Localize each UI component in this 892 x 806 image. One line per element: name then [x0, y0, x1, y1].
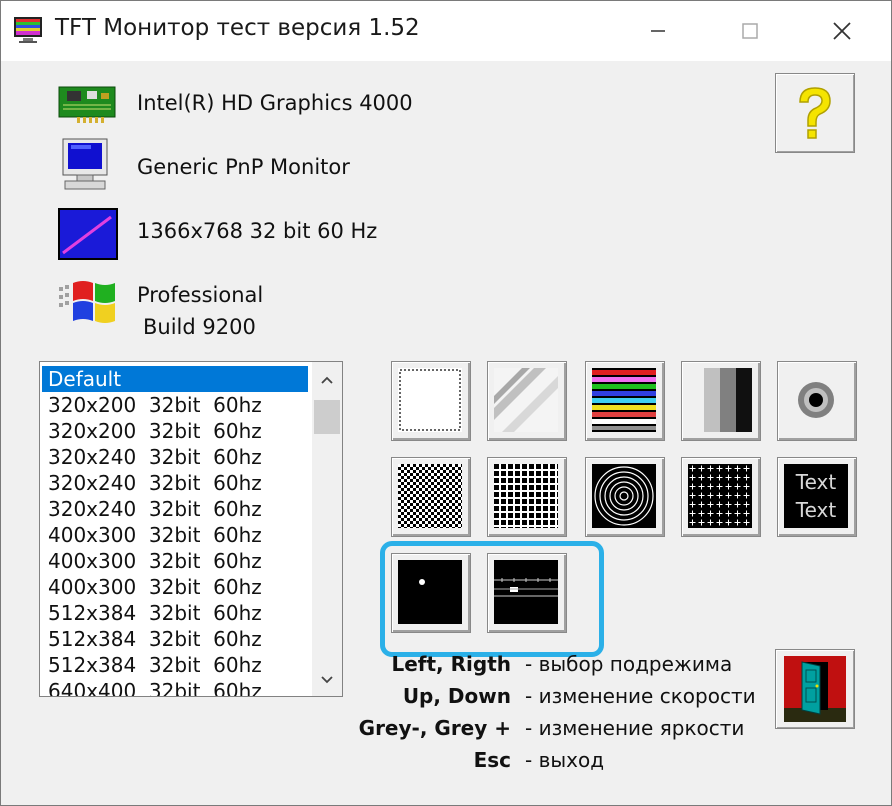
monitor-icon — [62, 138, 108, 190]
title-bar[interactable]: TFT Монитор тест версия 1.52 — [1, 1, 891, 61]
crosses-test-icon — [688, 464, 752, 528]
key-description: - изменение скорости — [525, 684, 756, 708]
scroll-thumb[interactable] — [314, 400, 340, 434]
close-button[interactable] — [819, 9, 865, 53]
monitor-label: Generic PnP Monitor — [137, 155, 350, 179]
os-edition-label: Professional — [137, 283, 264, 307]
chevron-up-icon — [321, 376, 333, 384]
chevron-down-icon — [321, 675, 333, 683]
monitor-app-icon — [14, 17, 42, 43]
list-item[interactable]: 320x240 32bit 60hz — [42, 470, 308, 496]
key-label: Grey-, Grey + — [358, 716, 511, 740]
video-mode-label: 1366x768 32 bit 60 Hz — [137, 219, 378, 243]
gray-stripes-test-icon — [688, 368, 752, 432]
text-test-button[interactable]: Text Text — [777, 457, 857, 537]
gray-stripes-test-button[interactable] — [681, 361, 761, 441]
key-description: - изменение яркости — [525, 716, 745, 740]
list-item[interactable]: 512x384 32bit 60hz — [42, 626, 308, 652]
windows-logo-icon — [59, 281, 115, 323]
list-scrollbar[interactable] — [312, 362, 342, 696]
gradient-test-button[interactable] — [487, 361, 567, 441]
resolution-icon — [58, 208, 118, 260]
text-tile-line: Text — [795, 498, 837, 522]
minimize-button[interactable] — [635, 9, 681, 53]
window-title: TFT Монитор тест версия 1.52 — [55, 15, 420, 41]
list-item[interactable]: 320x200 32bit 60hz — [42, 392, 308, 418]
list-item[interactable]: 512x384 32bit 60hz — [42, 652, 308, 678]
white-frame-test-button[interactable] — [391, 361, 471, 441]
key-description: - выход — [525, 748, 605, 772]
close-icon — [833, 22, 851, 40]
list-item[interactable]: Default — [42, 366, 308, 392]
circle-target-test-icon — [784, 368, 848, 432]
video-modes-list[interactable]: Default 320x200 32bit 60hz 320x200 32bit… — [39, 361, 343, 697]
grid-test-button[interactable] — [487, 457, 567, 537]
gradient-diagonal-test-icon — [494, 368, 558, 432]
key-label: Esc — [473, 748, 511, 772]
list-item[interactable]: 400x300 32bit 60hz — [42, 574, 308, 600]
checkerboard-test-icon — [398, 464, 462, 528]
list-item[interactable]: 400x300 32bit 60hz — [42, 522, 308, 548]
question-mark-icon — [799, 87, 831, 139]
list-item[interactable]: 512x384 32bit 60hz — [42, 600, 308, 626]
selected-tests-highlight — [380, 541, 604, 657]
key-label: Left, Rigth — [391, 652, 511, 676]
scroll-up-button[interactable] — [312, 364, 342, 394]
graphics-card-icon — [58, 86, 116, 123]
grid-test-icon — [494, 464, 558, 528]
minimize-icon — [651, 30, 665, 32]
list-item[interactable]: 320x200 32bit 60hz — [42, 418, 308, 444]
white-frame-test-icon — [398, 368, 462, 432]
list-item[interactable]: 640x400 32bit 60hz — [42, 678, 308, 696]
exit-button[interactable] — [775, 649, 855, 729]
key-description: - выбор подрежима — [525, 652, 733, 676]
maximize-button[interactable] — [727, 9, 773, 53]
list-item[interactable]: 400x300 32bit 60hz — [42, 548, 308, 574]
crosses-test-button[interactable] — [681, 457, 761, 537]
key-label: Up, Down — [402, 684, 511, 708]
exit-door-icon — [784, 656, 846, 722]
help-button[interactable] — [775, 73, 855, 153]
text-test-icon: Text Text — [784, 464, 848, 528]
app-window: TFT Монитор тест версия 1.52 Intel(R) HD… — [0, 0, 892, 806]
os-build-label: Build 9200 — [143, 315, 256, 339]
color-bars-test-button[interactable] — [585, 361, 665, 441]
list-item[interactable]: 320x240 32bit 60hz — [42, 496, 308, 522]
maximize-icon — [742, 23, 758, 39]
graphics-adapter-label: Intel(R) HD Graphics 4000 — [137, 91, 413, 115]
circle-target-test-button[interactable] — [777, 361, 857, 441]
list-item[interactable]: 320x240 32bit 60hz — [42, 444, 308, 470]
concentric-circles-test-button[interactable] — [585, 457, 665, 537]
text-tile-line: Text — [795, 470, 837, 494]
checkerboard-test-button[interactable] — [391, 457, 471, 537]
color-bars-test-icon — [592, 368, 656, 432]
concentric-circles-test-icon — [592, 464, 656, 528]
